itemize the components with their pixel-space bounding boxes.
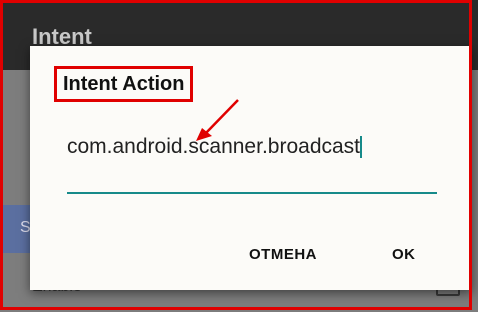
intent-action-input[interactable]: com.android.scanner.broadcast <box>67 136 437 194</box>
intent-action-dialog: Intent Action com.android.scanner.broadc… <box>30 46 472 290</box>
ok-button[interactable]: OK <box>392 246 416 263</box>
background-selected-item: S <box>0 205 31 253</box>
dialog-title: Intent Action <box>54 66 194 102</box>
text-cursor <box>360 136 363 158</box>
intent-action-value: com.android.scanner.broadcast <box>67 135 361 158</box>
cancel-button[interactable]: ОТМЕНА <box>249 246 317 263</box>
